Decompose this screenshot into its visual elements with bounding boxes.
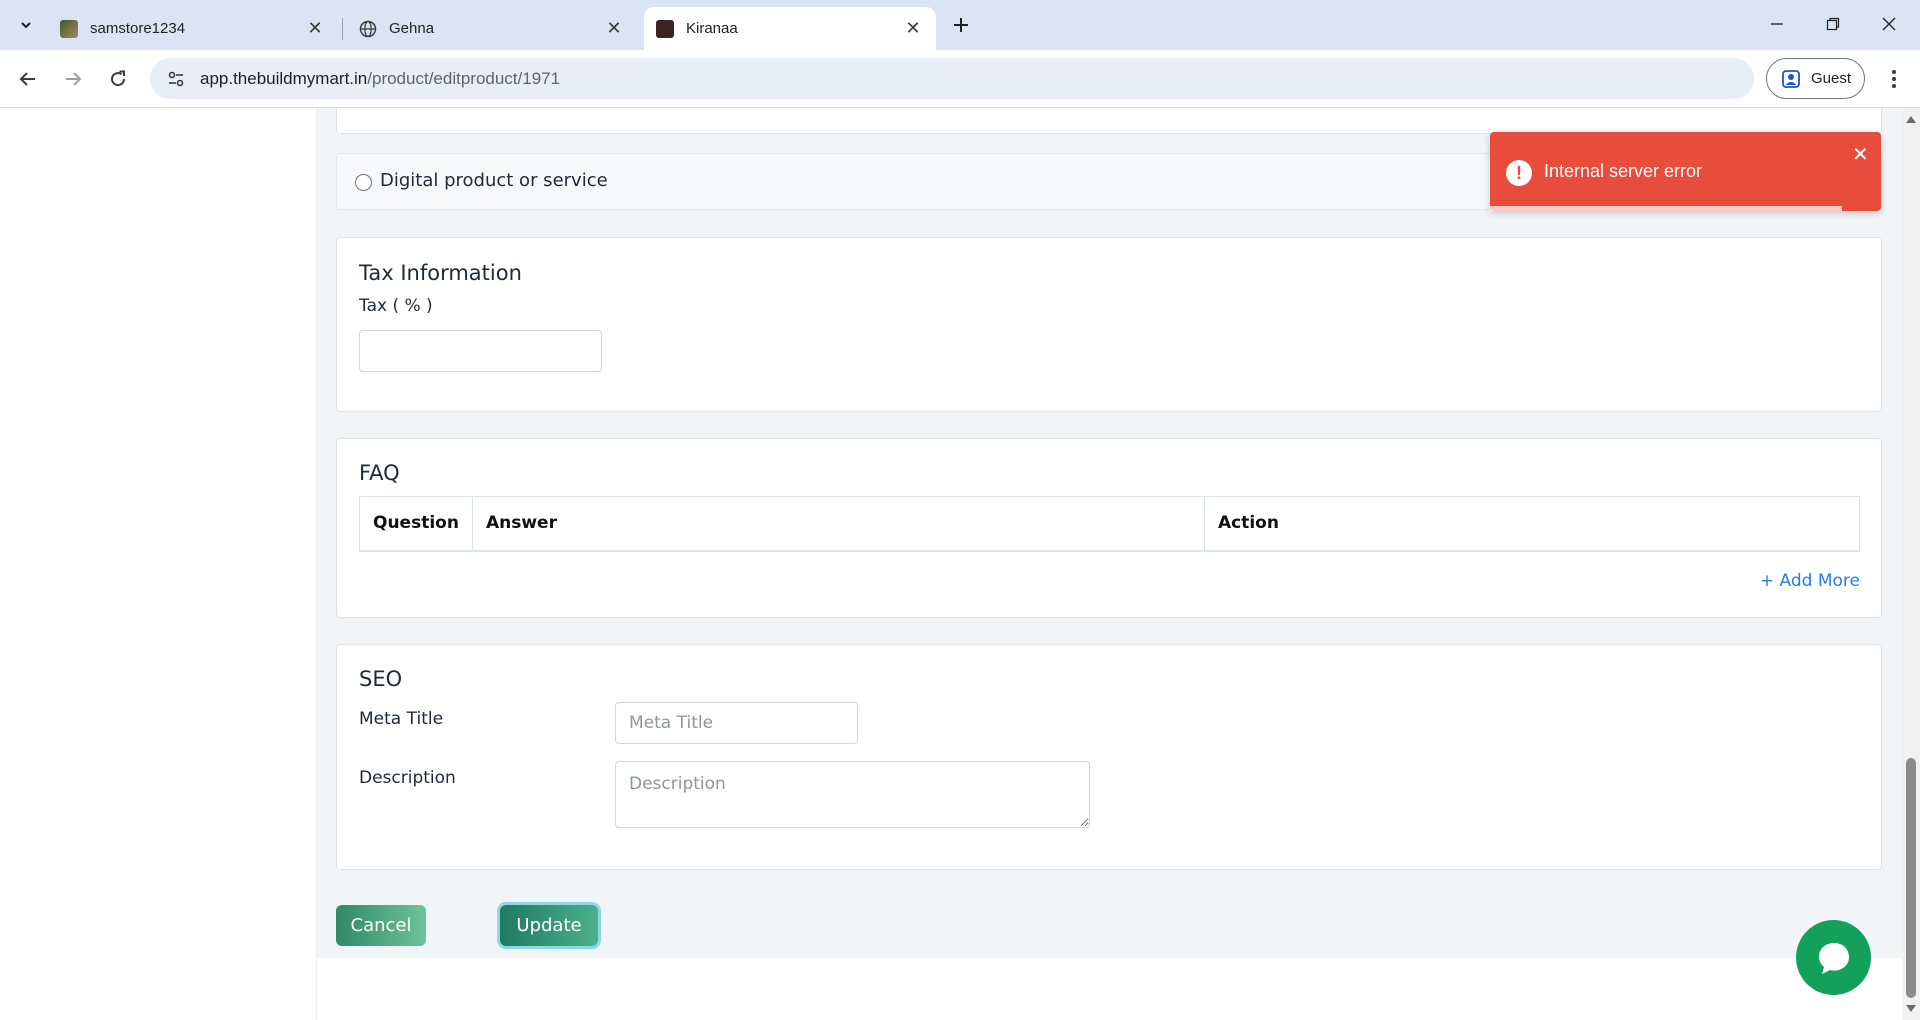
faq-column-answer: Answer — [472, 496, 1205, 552]
digital-product-radio[interactable] — [355, 174, 372, 191]
address-bar[interactable]: app.thebuildmymart.in/product/editproduc… — [150, 58, 1754, 99]
browser-tab-strip: samstore1234 ✕ Gehna ✕ Kiranaa ✕ — [0, 0, 1920, 50]
description-textarea[interactable] — [615, 761, 1090, 828]
chat-bubble-icon — [1818, 942, 1849, 974]
product-edit-form: Digital product or service Tax Informati… — [317, 108, 1902, 958]
tab-title: samstore1234 — [90, 20, 186, 37]
faq-table: Question Answer Action — [359, 496, 1860, 552]
faq-column-action: Action — [1204, 496, 1860, 552]
forward-button[interactable] — [57, 63, 89, 95]
page-scrollbar[interactable] — [1902, 108, 1920, 1020]
person-icon — [1782, 69, 1800, 88]
faq-header-row: Question Answer Action — [359, 496, 1860, 552]
tab-title: Kiranaa — [686, 20, 738, 37]
meta-title-input[interactable] — [615, 702, 858, 744]
browser-toolbar: app.thebuildmymart.in/product/editproduc… — [0, 50, 1920, 108]
reload-button[interactable] — [102, 63, 134, 95]
cancel-button[interactable]: Cancel — [336, 905, 426, 946]
close-icon[interactable]: ✕ — [603, 18, 625, 40]
add-more-faq-link[interactable]: + Add More — [1760, 571, 1860, 591]
description-label: Description — [359, 768, 456, 788]
faq-heading: FAQ — [359, 461, 400, 485]
more-vertical-icon — [1892, 70, 1896, 88]
tab-gehna[interactable]: Gehna ✕ — [347, 7, 637, 50]
tab-kiranaa[interactable]: Kiranaa ✕ — [644, 7, 936, 50]
update-button[interactable]: Update — [500, 905, 598, 946]
close-icon[interactable]: ✕ — [1852, 142, 1869, 167]
globe-icon — [359, 20, 377, 38]
samstore-favicon — [60, 19, 78, 38]
tax-card: Tax Information Tax ( % ) — [336, 237, 1882, 412]
sidebar — [0, 108, 317, 1020]
minimize-icon — [1771, 23, 1783, 25]
previous-card — [336, 108, 1882, 134]
profile-button[interactable]: Guest — [1766, 58, 1865, 99]
page-viewport: Digital product or service Tax Informati… — [0, 108, 1920, 1020]
close-icon — [1882, 17, 1896, 31]
meta-title-label: Meta Title — [359, 709, 444, 729]
restore-button[interactable] — [1810, 6, 1856, 42]
scroll-up-icon[interactable] — [1906, 116, 1916, 123]
arrow-left-icon — [19, 72, 35, 86]
seo-heading: SEO — [359, 667, 403, 691]
chat-widget-button[interactable] — [1796, 920, 1871, 995]
tab-samstore[interactable]: samstore1234 ✕ — [48, 7, 338, 50]
toast-progress-bar — [1490, 206, 1842, 211]
scroll-down-icon[interactable] — [1906, 1005, 1916, 1012]
toast-message: Internal server error — [1544, 161, 1703, 181]
close-icon[interactable]: ✕ — [304, 18, 326, 40]
back-button[interactable] — [12, 63, 44, 95]
tax-input[interactable] — [359, 330, 602, 372]
minimize-button[interactable] — [1754, 6, 1800, 42]
error-toast: ! Internal server error ✕ — [1490, 132, 1881, 211]
site-settings-icon[interactable] — [164, 67, 188, 91]
faq-card: FAQ Question Answer Action + Add More — [336, 438, 1882, 618]
profile-label: Guest — [1811, 70, 1852, 87]
tab-title: Gehna — [389, 20, 435, 37]
scrollbar-thumb[interactable] — [1906, 758, 1916, 998]
tab-search-button[interactable] — [12, 11, 40, 39]
url-domain: app.thebuildmymart.in — [200, 68, 368, 88]
exclamation-icon: ! — [1506, 160, 1532, 186]
arrow-right-icon — [66, 72, 82, 86]
tax-heading: Tax Information — [359, 261, 522, 285]
digital-product-label: Digital product or service — [380, 170, 608, 191]
content-footer-area — [317, 958, 1902, 1020]
faq-column-question: Question — [359, 496, 473, 552]
close-icon[interactable]: ✕ — [902, 18, 924, 40]
seo-card: SEO Meta Title Description — [336, 644, 1882, 870]
chevron-down-icon — [21, 22, 31, 29]
reload-icon — [111, 70, 126, 87]
plus-icon — [954, 18, 968, 32]
new-tab-button[interactable] — [948, 12, 974, 38]
url-text: app.thebuildmymart.in/product/editproduc… — [200, 69, 560, 89]
browser-menu-button[interactable] — [1878, 63, 1910, 95]
close-window-button[interactable] — [1866, 6, 1912, 42]
tab-divider — [342, 18, 343, 40]
kiranaa-favicon — [656, 19, 674, 38]
tax-label: Tax ( % ) — [359, 296, 433, 316]
url-path: /product/editproduct/1971 — [367, 68, 561, 88]
restore-icon — [1826, 17, 1840, 31]
